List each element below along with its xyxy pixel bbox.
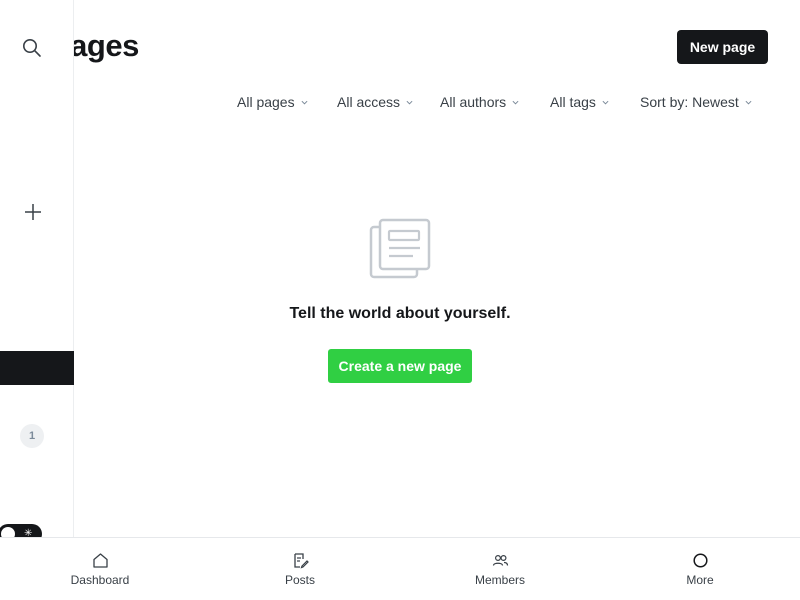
nav-more[interactable]: More <box>600 538 800 600</box>
filter-label: All authors <box>440 94 507 110</box>
filter-bar: All pages All access All authors All tag… <box>0 94 800 114</box>
filter-all-tags[interactable]: All tags <box>550 94 609 110</box>
nav-posts[interactable]: Posts <box>200 538 400 600</box>
sidebar-item-pages-active[interactable] <box>0 351 74 385</box>
create-new-page-button[interactable]: Create a new page <box>328 349 472 383</box>
filter-all-access[interactable]: All access <box>337 94 413 110</box>
chevron-down-icon <box>512 100 519 105</box>
filter-label: All pages <box>237 94 295 110</box>
empty-state-message: Tell the world about yourself. <box>289 305 511 322</box>
sidebar: 1 ✳ <box>0 0 74 544</box>
filter-label: All tags <box>550 94 596 110</box>
chevron-down-icon <box>301 100 308 105</box>
nav-label: Posts <box>284 573 315 587</box>
new-page-button[interactable]: New page <box>677 30 768 64</box>
chevron-down-icon <box>602 100 609 105</box>
nav-dashboard[interactable]: Dashboard <box>0 538 200 600</box>
bottom-nav: Dashboard Posts Members More <box>0 537 800 600</box>
search-icon[interactable] <box>22 38 42 58</box>
filter-sort[interactable]: Sort by: Newest <box>640 94 752 110</box>
plus-icon[interactable] <box>24 203 42 221</box>
filter-label: Sort by: Newest <box>640 94 739 110</box>
nav-label: Dashboard <box>70 573 130 587</box>
filter-all-pages[interactable]: All pages <box>237 94 308 110</box>
count-badge: 1 <box>20 424 44 448</box>
nav-label: More <box>686 573 714 587</box>
home-icon <box>92 553 108 568</box>
filter-label: All access <box>337 94 401 110</box>
filter-all-authors[interactable]: All authors <box>440 94 519 110</box>
app-window: Pages New page All pages All access All … <box>0 0 800 600</box>
page-icon <box>369 218 431 279</box>
chevron-down-icon <box>406 100 413 105</box>
nav-members[interactable]: Members <box>400 538 600 600</box>
nav-label: Members <box>474 573 525 587</box>
circle-icon <box>692 553 708 568</box>
members-icon <box>492 554 508 566</box>
posts-icon <box>293 553 309 569</box>
chevron-down-icon <box>745 100 752 105</box>
